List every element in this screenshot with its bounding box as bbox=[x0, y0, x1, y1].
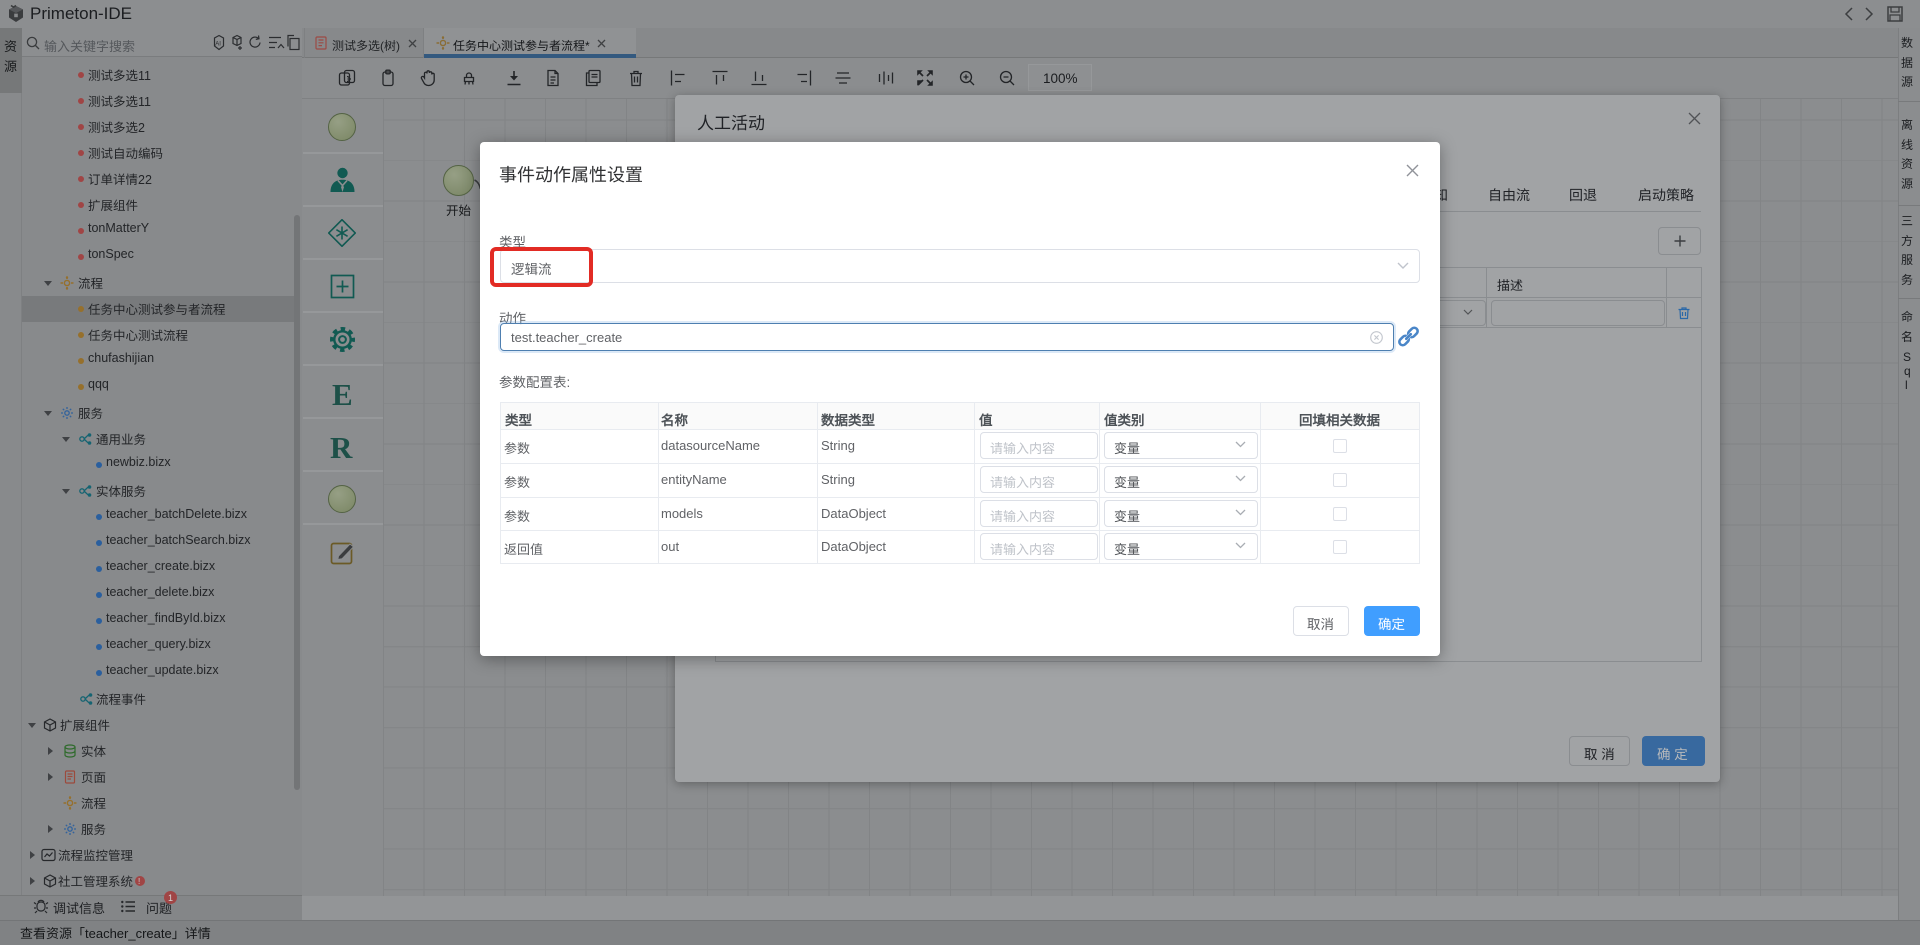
svg-text:AI: AI bbox=[215, 42, 221, 48]
